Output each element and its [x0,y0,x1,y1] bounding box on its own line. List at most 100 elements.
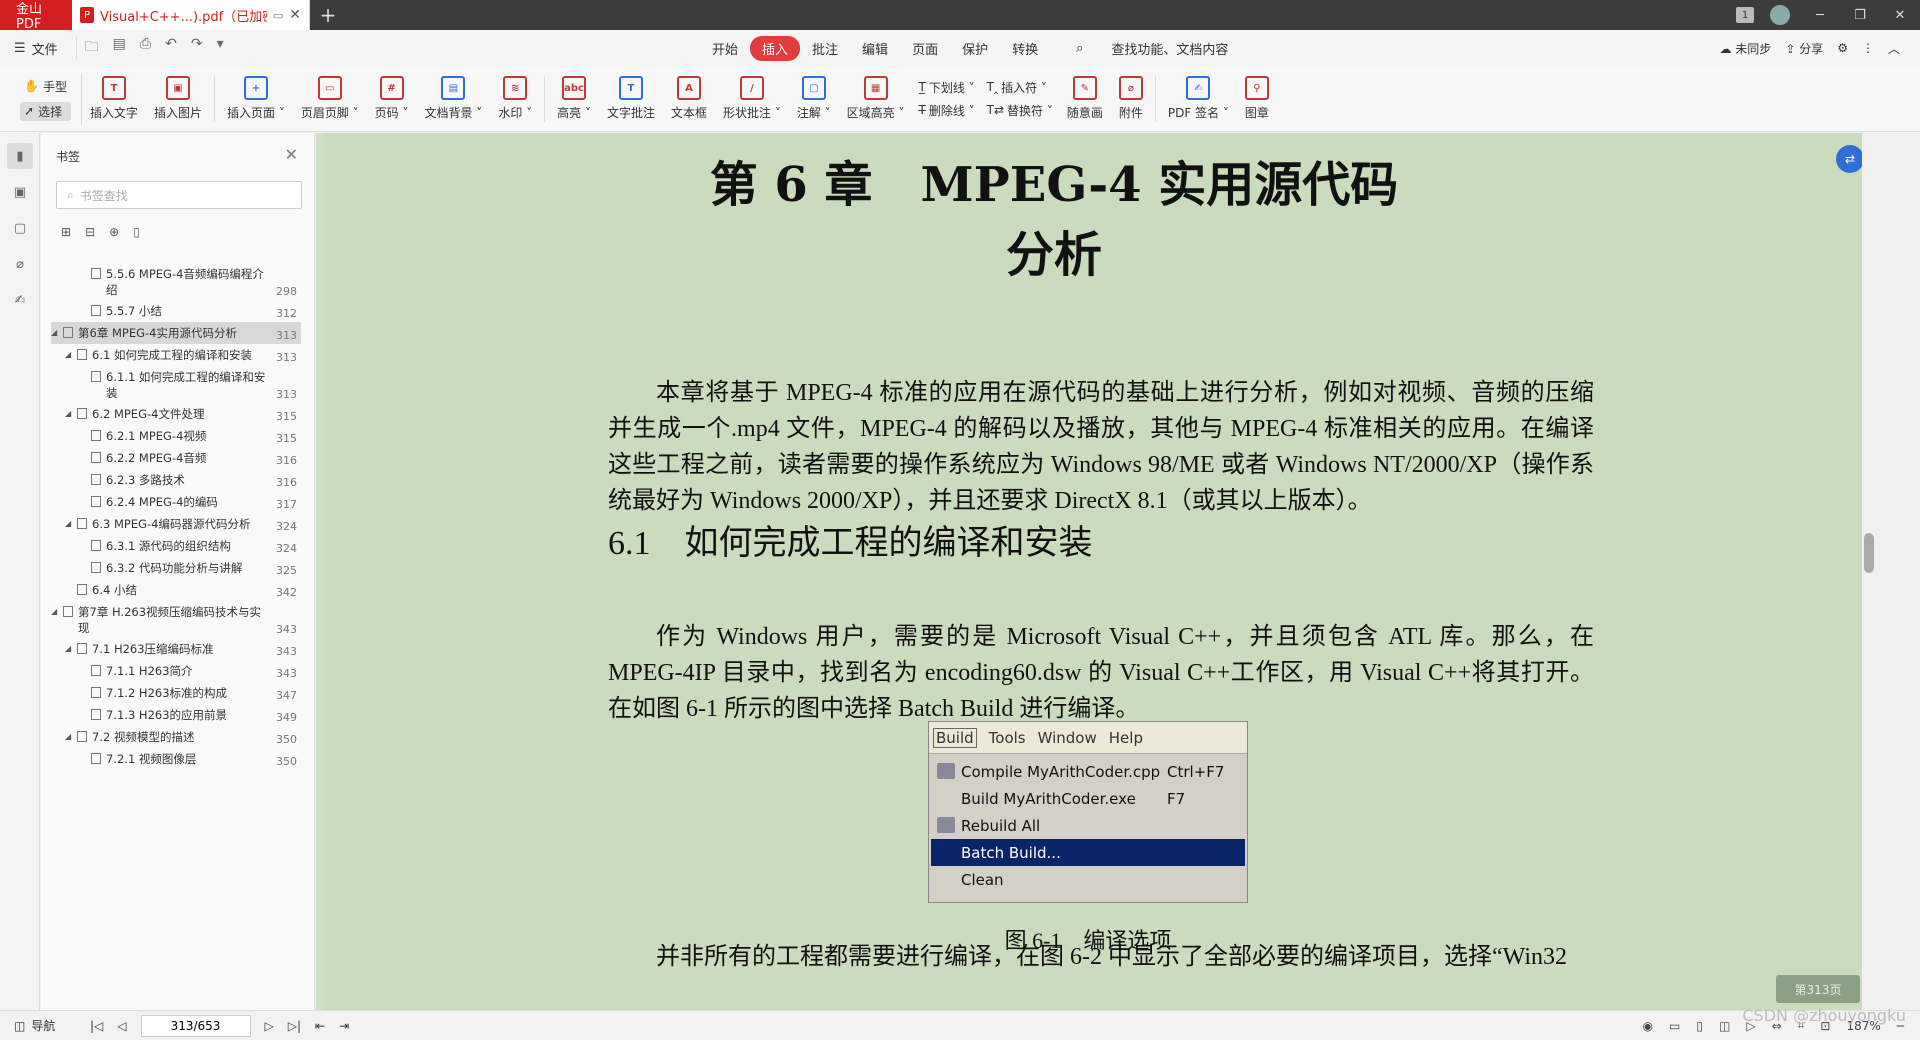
bookmark-item[interactable]: ◢ 7.2 视频模型的描述 350 [51,726,301,748]
redo-icon[interactable]: ↷ [191,36,203,60]
more-icon[interactable]: ⋮ [1862,41,1874,55]
comment-panel-icon[interactable]: ▢ [7,215,33,241]
tab-start[interactable]: 开始 [700,35,750,62]
expand-toggle-icon[interactable] [79,559,91,577]
buttons-button-1[interactable]: ▣ 插入图片 [146,71,210,127]
expand-toggle-icon[interactable] [79,662,91,680]
attachment-panel-icon[interactable]: ⌀ [7,251,33,277]
buttons-button-6[interactable]: ≋ 水印 ˅ [490,71,540,127]
buttons-button-5[interactable]: ▤ 文档背景 ˅ [416,71,490,127]
buttons-button-9[interactable]: A 文本框 [663,71,715,127]
bookmark-panel-icon[interactable]: ▮ [7,143,33,169]
expand-toggle-icon[interactable] [79,302,91,320]
customize-icon[interactable]: ▾ [217,36,224,60]
expand-toggle-icon[interactable] [79,368,91,401]
bookmark-item[interactable]: 5.5.6 MPEG-4音频编码编程介绍 298 [51,263,301,300]
expand-toggle-icon[interactable] [79,684,91,702]
share-button[interactable]: ⇪ 分享 [1785,40,1823,57]
expand-toggle-icon[interactable] [79,265,91,298]
continuous-page-icon[interactable]: ▯ [1696,1019,1703,1033]
document-tab[interactable]: P Visual+C++...).pdf（已加密） ▭ ✕ [72,0,310,30]
collapse-all-icon[interactable]: ⊟ [85,225,95,239]
pin-icon[interactable]: ▭ [273,9,283,22]
first-page-icon[interactable]: |◁ [90,1019,103,1033]
undo-icon[interactable]: ↶ [165,36,177,60]
bookmark-item[interactable]: 5.5.7 小结 312 [51,300,301,322]
expand-toggle-icon[interactable] [79,471,91,489]
tab-insert[interactable]: 插入 [750,35,801,61]
add-bookmark-icon[interactable]: ⊕ [109,225,119,239]
close-tab-icon[interactable]: ✕ [289,7,301,23]
strikethrough-button[interactable]: T̶ 删除线 ˅ [918,102,974,119]
bookmark-item[interactable]: 7.2.1 视频图像层 350 [51,748,301,770]
file-menu[interactable]: ☰ 文件 [0,39,72,58]
restore-icon[interactable]: ❐ [1840,8,1880,23]
signature-panel-icon[interactable]: ✍ [7,287,33,313]
feature-search[interactable]: ⌕ 查找功能、文档内容 [1064,35,1240,62]
floating-translate-icon[interactable]: ⇄ [1836,145,1864,173]
expand-toggle-icon[interactable] [79,706,91,724]
bookmark-item[interactable]: 6.1.1 如何完成工程的编译和安装 313 [51,366,301,403]
bookmark-item[interactable]: 7.1.2 H263标准的构成 347 [51,682,301,704]
open-folder-icon[interactable]: 🗀 [85,36,99,60]
next-page-icon[interactable]: ▷ [265,1019,274,1033]
bookmark-item[interactable]: ◢ 6.3 MPEG-4编码器源代码分析 324 [51,513,301,535]
forward-icon[interactable]: ⇥ [339,1019,349,1033]
collapse-ribbon-icon[interactable]: ︿ [1888,40,1900,57]
expand-all-icon[interactable]: ⊞ [61,225,71,239]
buttons-button-4[interactable]: # 页码 ˅ [367,71,417,127]
bookmark-item[interactable]: ◢ 第7章 H.263视频压缩编码技术与实现 343 [51,601,301,638]
bookmark-item[interactable]: 6.2.3 多路技术 316 [51,469,301,491]
print-icon[interactable]: ⎙ [140,36,151,60]
bookmark-item[interactable]: 6.4 小结 342 [51,579,301,601]
expand-toggle-icon[interactable]: ◢ [65,728,77,746]
tab-edit[interactable]: 编辑 [850,35,900,62]
double-page-icon[interactable]: ◫ [1719,1019,1730,1033]
buttons2-button-2[interactable]: ✍ PDF 签名 ˅ [1160,71,1237,127]
buttons-button-8[interactable]: T 文字批注 [599,71,663,127]
expand-toggle-icon[interactable] [79,427,91,445]
insert-caret-button[interactable]: T‸ 插入符 ˅ [987,79,1053,96]
expand-toggle-icon[interactable]: ◢ [65,640,77,658]
save-icon[interactable]: ▤ [113,36,126,60]
navigation-toggle[interactable]: ◫ 导航 [0,1017,80,1034]
expand-toggle-icon[interactable]: ◢ [51,324,63,342]
vertical-scrollbar[interactable] [1862,133,1876,1010]
underline-button[interactable]: T̲ 下划线 ˅ [918,79,974,96]
bookmark-item[interactable]: 6.2.4 MPEG-4的编码 317 [51,491,301,513]
tab-convert[interactable]: 转换 [1000,35,1050,62]
bookmark-icon[interactable]: ▯ [133,225,140,239]
avatar[interactable] [1770,5,1790,25]
last-page-icon[interactable]: ▷| [288,1019,301,1033]
expand-toggle-icon[interactable]: ◢ [65,405,77,423]
bookmark-item[interactable]: 6.3.1 源代码的组织结构 324 [51,535,301,557]
thumbnail-panel-icon[interactable]: ▣ [7,179,33,205]
expand-toggle-icon[interactable] [65,581,77,599]
buttons-button-10[interactable]: / 形状批注 ˅ [715,71,789,127]
replace-caret-button[interactable]: T⇄ 替换符 ˅ [987,102,1053,119]
buttons-button-2[interactable]: + 插入页面 ˅ [219,71,293,127]
select-tool[interactable]: ➚ 选择 [20,101,71,121]
panel-close-icon[interactable]: ✕ [285,145,298,164]
bookmark-item[interactable]: ◢ 6.2 MPEG-4文件处理 315 [51,403,301,425]
buttons2-button-1[interactable]: ⌀ 附件 [1111,71,1151,127]
eye-protection-icon[interactable]: ◉ [1643,1019,1653,1033]
buttons2-button-0[interactable]: ✎ 随意画 [1059,71,1111,127]
bookmark-item[interactable]: 6.3.2 代码功能分析与讲解 325 [51,557,301,579]
tab-annotate[interactable]: 批注 [800,35,850,62]
expand-toggle-icon[interactable] [79,537,91,555]
settings-icon[interactable]: ⚙ [1837,41,1848,55]
buttons-button-0[interactable]: T 插入文字 [82,71,146,127]
buttons-button-11[interactable]: ▢ 注解 ˅ [789,71,839,127]
bookmark-item[interactable]: 7.1.3 H263的应用前景 349 [51,704,301,726]
close-window-icon[interactable]: ✕ [1880,8,1920,23]
app-tab[interactable]: 金山PDF [0,0,72,32]
minimize-icon[interactable]: ─ [1800,8,1840,23]
expand-toggle-icon[interactable]: ◢ [65,515,77,533]
expand-toggle-icon[interactable] [79,449,91,467]
expand-toggle-icon[interactable]: ◢ [51,603,63,636]
expand-toggle-icon[interactable] [79,750,91,768]
bookmark-item[interactable]: 6.2.2 MPEG-4音频 316 [51,447,301,469]
tab-protect[interactable]: 保护 [950,35,1000,62]
prev-page-icon[interactable]: ◁ [117,1019,126,1033]
